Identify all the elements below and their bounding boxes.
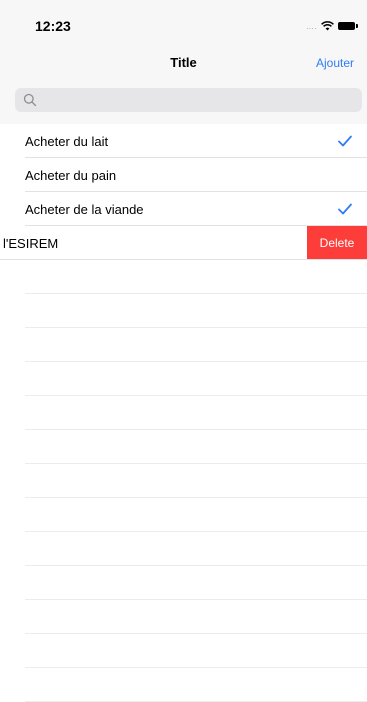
list-item[interactable]: Acheter du lait bbox=[0, 124, 367, 158]
empty-row bbox=[0, 600, 367, 634]
empty-row bbox=[0, 294, 367, 328]
search-icon bbox=[23, 93, 37, 107]
empty-row bbox=[0, 464, 367, 498]
list-item[interactable]: Acheter du pain bbox=[0, 158, 367, 192]
list-item-label: Acheter du lait bbox=[25, 133, 109, 149]
empty-row bbox=[0, 634, 367, 668]
empty-row bbox=[0, 430, 367, 464]
status-icons: .... bbox=[306, 21, 358, 31]
checkmark-icon bbox=[338, 135, 352, 147]
search-input[interactable] bbox=[41, 88, 345, 114]
empty-row bbox=[0, 396, 367, 430]
list-item[interactable]: Acheter de la viande bbox=[0, 192, 367, 226]
list-item-label: Acheter de la viande bbox=[25, 201, 144, 217]
empty-row bbox=[0, 668, 367, 702]
delete-button[interactable]: Delete bbox=[307, 226, 367, 260]
list-item-label: l'ESIREM bbox=[3, 235, 59, 251]
empty-row bbox=[0, 362, 367, 396]
todo-list: Acheter du lait Acheter du pain Acheter … bbox=[0, 124, 367, 702]
page-title: Title bbox=[170, 55, 197, 70]
list-item-label: Acheter du pain bbox=[25, 167, 117, 183]
battery-icon bbox=[338, 22, 358, 30]
status-bar: 12:23 .... bbox=[0, 0, 367, 42]
status-time: 12:23 bbox=[35, 18, 71, 34]
navigation-bar: Title Ajouter bbox=[0, 42, 367, 80]
checkmark-icon bbox=[338, 203, 352, 215]
empty-row bbox=[0, 260, 367, 294]
add-button[interactable]: Ajouter bbox=[316, 56, 354, 70]
signal-icon: .... bbox=[306, 21, 317, 31]
search-area bbox=[0, 80, 367, 124]
list-item-swiped[interactable]: l'ESIREM Delete bbox=[0, 226, 367, 260]
empty-row bbox=[0, 328, 367, 362]
empty-row bbox=[0, 498, 367, 532]
empty-row bbox=[0, 566, 367, 600]
empty-row bbox=[0, 532, 367, 566]
search-bar[interactable] bbox=[15, 88, 362, 114]
wifi-icon bbox=[321, 21, 334, 31]
